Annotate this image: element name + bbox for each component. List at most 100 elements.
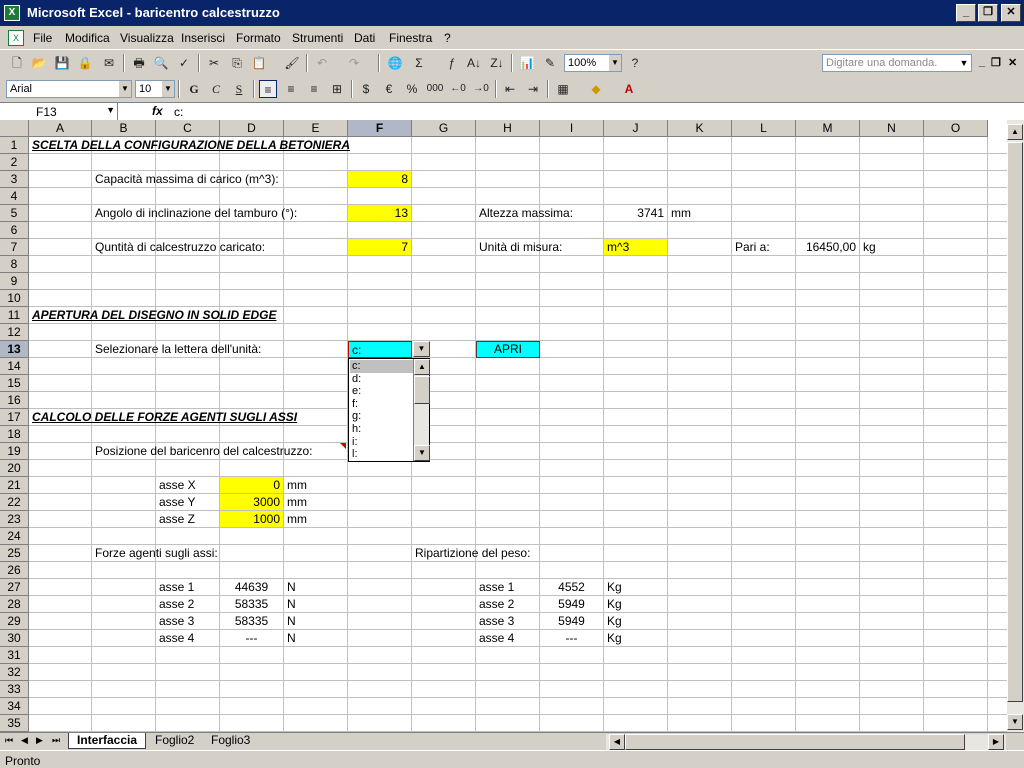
vertical-scrollbar[interactable]: ▲ ▼ [1007,120,1024,732]
row-header-35[interactable]: 35 [0,715,29,732]
paste-icon[interactable]: 📋 [250,54,268,72]
drive-letter-listbox[interactable]: c: d: e: f: g: h: i: l: ▲ ▼ [348,358,430,462]
column-header-f[interactable]: F [348,120,412,137]
underline-button[interactable]: S [230,80,248,98]
menu-strumenti[interactable]: Strumenti [292,31,343,45]
name-box[interactable]: F13 ▼ [0,103,118,120]
row-header-34[interactable]: 34 [0,698,29,715]
comma-style-button[interactable]: 000 [426,80,444,98]
cell-concrete-quantity-value[interactable]: 7 [348,239,411,255]
italic-button[interactable]: C [207,80,225,98]
redo-icon[interactable]: ↷ [345,54,363,72]
column-header-k[interactable]: K [668,120,732,137]
menu-file[interactable]: File [33,31,52,45]
row-header-12[interactable]: 12 [0,324,29,341]
row-header-19[interactable]: 19 [0,443,29,460]
tab-interfaccia[interactable]: Interfaccia [68,733,147,749]
hyperlink-icon[interactable]: 🌐 [386,54,404,72]
menu-finestra[interactable]: Finestra [389,31,432,45]
active-cell-f13[interactable]: c: [348,341,412,358]
prev-sheet-icon[interactable]: ◀ [21,735,28,746]
format-painter-icon[interactable]: 🖌 [283,54,301,72]
dropdown-item[interactable]: g: [350,410,413,423]
copy-icon[interactable]: ⎘ [228,54,246,72]
column-header-h[interactable]: H [476,120,540,137]
chevron-down-icon[interactable]: ▼ [106,105,115,115]
cut-icon[interactable]: ✂ [205,54,223,72]
listbox-scrollbar[interactable]: ▲ ▼ [413,359,430,461]
menu-help[interactable]: ? [444,31,451,45]
cell-capacity-value[interactable]: 8 [348,171,411,187]
row-header-2[interactable]: 2 [0,154,29,171]
scroll-down-icon[interactable]: ▼ [414,445,430,461]
increase-decimal-icon[interactable]: ←0 [449,80,467,98]
row-header-9[interactable]: 9 [0,273,29,290]
scroll-thumb[interactable] [414,376,430,404]
row-header-14[interactable]: 14 [0,358,29,375]
dropdown-item[interactable]: i: [350,436,413,449]
scroll-thumb[interactable] [625,734,965,750]
scroll-left-icon[interactable]: ◀ [609,734,625,750]
insert-function-icon[interactable]: ƒ [443,54,461,72]
menu-dati[interactable]: Dati [354,31,375,45]
row-header-32[interactable]: 32 [0,664,29,681]
column-header-b[interactable]: B [92,120,156,137]
insert-function-icon[interactable]: fx [152,104,163,118]
column-header-c[interactable]: C [156,120,220,137]
dropdown-item[interactable]: d: [350,373,413,386]
row-header-16[interactable]: 16 [0,392,29,409]
row-header-26[interactable]: 26 [0,562,29,579]
column-header-l[interactable]: L [732,120,796,137]
row-header-25[interactable]: 25 [0,545,29,562]
row-header-5[interactable]: 5 [0,205,29,222]
decrease-decimal-icon[interactable]: →0 [472,80,490,98]
row-header-27[interactable]: 27 [0,579,29,596]
scroll-down-icon[interactable]: ▼ [1007,714,1023,730]
cell-unit-of-measure-value[interactable]: m^3 [604,239,667,255]
next-sheet-icon[interactable]: ▶ [36,735,43,746]
column-header-g[interactable]: G [412,120,476,137]
cell-axis-z-value[interactable]: 1000 [220,511,283,527]
chevron-down-icon[interactable]: ▼ [609,55,621,71]
first-sheet-icon[interactable]: ⏮ [5,735,13,746]
column-header-j[interactable]: J [604,120,668,137]
align-left-icon[interactable]: ≡ [259,80,277,98]
undo-icon[interactable]: ↶ [313,54,331,72]
row-header-23[interactable]: 23 [0,511,29,528]
font-size-select[interactable]: 10 ▼ [135,80,175,98]
column-header-m[interactable]: M [796,120,860,137]
dropdown-item[interactable]: h: [350,423,413,436]
row-header-20[interactable]: 20 [0,460,29,477]
horizontal-scrollbar[interactable]: ◀ ▶ [606,734,1006,750]
column-header-i[interactable]: I [540,120,604,137]
tab-foglio3[interactable]: Foglio3 [203,733,258,749]
row-header-3[interactable]: 3 [0,171,29,188]
drawing-icon[interactable]: ✎ [541,54,559,72]
menu-inserisci[interactable]: Inserisci [181,31,225,45]
permission-icon[interactable]: 🔒 [76,54,94,72]
decrease-indent-icon[interactable]: ⇤ [501,80,519,98]
email-icon[interactable]: ✉ [100,54,118,72]
row-header-18[interactable]: 18 [0,426,29,443]
scroll-up-icon[interactable]: ▲ [414,359,430,375]
fill-color-icon[interactable]: ◆ [587,80,605,98]
font-color-icon[interactable]: A [620,80,638,98]
comment-indicator-icon[interactable] [340,443,346,449]
increase-indent-icon[interactable]: ⇥ [524,80,542,98]
zoom-select[interactable]: 100% ▼ [564,54,622,72]
help-icon[interactable]: ? [626,54,644,72]
column-header-a[interactable]: A [29,120,92,137]
row-header-13[interactable]: 13 [0,341,29,358]
row-header-15[interactable]: 15 [0,375,29,392]
menu-modifica[interactable]: Modifica [65,31,110,45]
row-header-21[interactable]: 21 [0,477,29,494]
last-sheet-icon[interactable]: ⏭ [52,735,60,746]
excel-icon[interactable]: X [4,5,20,21]
cell-drum-angle-value[interactable]: 13 [348,205,411,221]
row-header-31[interactable]: 31 [0,647,29,664]
dropdown-item[interactable]: f: [350,398,413,411]
column-header-n[interactable]: N [860,120,924,137]
column-header-d[interactable]: D [220,120,284,137]
formula-input[interactable]: c: [174,105,183,119]
sort-ascending-icon[interactable]: A↓ [465,54,483,72]
